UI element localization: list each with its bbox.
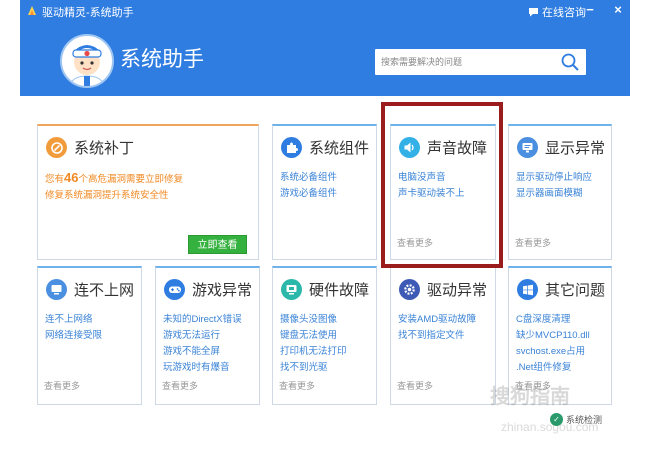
card-title: 系统补丁 <box>74 140 135 157</box>
close-button[interactable]: × <box>610 2 626 18</box>
card-links: 未知的DirectX错误 游戏无法运行 游戏不能全屏 玩游戏时有爆音 <box>163 312 242 376</box>
link-no-sound[interactable]: 电脑没声音 <box>398 170 465 186</box>
card-title: 硬件故障 <box>309 282 370 299</box>
link-game-not-fullscreen[interactable]: 游戏不能全屏 <box>163 344 242 360</box>
search-box <box>375 49 586 75</box>
card-links: 显示驱动停止响应 显示器画面模糊 <box>516 170 592 202</box>
link-missing-dll[interactable]: 缺少MVCP110.dll <box>516 328 590 344</box>
minimize-button[interactable]: − <box>582 2 598 18</box>
card-title: 游戏异常 <box>192 282 253 299</box>
card-links: 安装AMD驱动故障 找不到指定文件 <box>398 312 476 344</box>
check-icon: ✓ <box>550 413 563 426</box>
card-other-issues[interactable]: 其它问题 C盘深度清理 缺少MVCP110.dll svchost.exe占用 … <box>508 266 612 405</box>
patch-description: 修复系统漏洞提升系统安全性 <box>45 190 169 201</box>
card-display-abnormal[interactable]: 显示异常 显示驱动停止响应 显示器画面模糊 查看更多 <box>508 124 612 260</box>
link-keyboard-unusable[interactable]: 键盘无法使用 <box>280 328 347 344</box>
link-cannot-connect[interactable]: 连不上网络 <box>45 312 102 328</box>
link-connection-limited[interactable]: 网络连接受限 <box>45 328 102 344</box>
card-links: 摄像头没图像 键盘无法使用 打印机无法打印 找不到光驱 <box>280 312 347 376</box>
link-game-crackling[interactable]: 玩游戏时有爆音 <box>163 360 242 376</box>
vulnerability-summary: 您有46个高危漏洞需要立即修复 <box>45 170 183 185</box>
patch-info: 您有46个高危漏洞需要立即修复 修复系统漏洞提升系统安全性 <box>45 170 183 204</box>
view-more-link[interactable]: 查看更多 <box>397 236 433 249</box>
link-dotnet-repair[interactable]: .Net组件修复 <box>516 360 590 376</box>
link-file-not-found[interactable]: 找不到指定文件 <box>398 328 476 344</box>
card-driver-abnormal[interactable]: 驱动异常 安装AMD驱动故障 找不到指定文件 查看更多 <box>390 266 496 405</box>
card-links: C盘深度清理 缺少MVCP110.dll svchost.exe占用 .Net组… <box>516 312 590 376</box>
link-camera-no-image[interactable]: 摄像头没图像 <box>280 312 347 328</box>
card-title: 显示异常 <box>545 140 606 157</box>
vulnerability-count: 46 <box>64 170 79 185</box>
view-now-button[interactable]: 立即查看 <box>188 235 247 254</box>
card-links: 连不上网络 网络连接受限 <box>45 312 102 344</box>
search-input[interactable] <box>381 49 551 75</box>
app-logo-icon <box>28 6 36 15</box>
link-svchost-usage[interactable]: svchost.exe占用 <box>516 344 590 360</box>
link-essential-components[interactable]: 系统必备组件 <box>280 170 337 186</box>
link-sound-driver-install[interactable]: 声卡驱动装不上 <box>398 186 465 202</box>
link-game-components[interactable]: 游戏必备组件 <box>280 186 337 202</box>
system-check-button[interactable]: ✓ 系统检测 <box>550 413 602 426</box>
window-title: 驱动精灵-系统助手 <box>42 7 134 19</box>
link-c-drive-cleanup[interactable]: C盘深度清理 <box>516 312 590 328</box>
view-more-link[interactable]: 查看更多 <box>279 379 315 392</box>
view-more-link[interactable]: 查看更多 <box>515 236 551 249</box>
network-icon <box>46 279 67 300</box>
gamepad-icon <box>164 279 185 300</box>
card-title: 连不上网 <box>74 282 135 299</box>
link-printer-cannot-print[interactable]: 打印机无法打印 <box>280 344 347 360</box>
title-bar: 驱动精灵-系统助手 在线咨询 − × <box>20 0 630 22</box>
card-links: 系统必备组件 游戏必备组件 <box>280 170 337 202</box>
assistant-avatar <box>60 34 114 88</box>
online-consult-button[interactable]: 在线咨询 <box>528 4 586 20</box>
card-system-components[interactable]: 系统组件 系统必备组件 游戏必备组件 <box>272 124 377 260</box>
gear-icon <box>399 279 420 300</box>
search-icon[interactable] <box>560 52 580 72</box>
windows-icon <box>517 279 538 300</box>
card-system-patch[interactable]: 系统补丁 您有46个高危漏洞需要立即修复 修复系统漏洞提升系统安全性 立即查看 <box>37 124 259 260</box>
link-game-cannot-run[interactable]: 游戏无法运行 <box>163 328 242 344</box>
puzzle-icon <box>281 137 302 158</box>
card-links: 电脑没声音 声卡驱动装不上 <box>398 170 465 202</box>
page-title: 系统助手 <box>120 48 204 71</box>
system-check-label: 系统检测 <box>566 415 603 425</box>
online-consult-label: 在线咨询 <box>542 7 586 19</box>
driver-genius-window: 驱动精灵-系统助手 在线咨询 − × 系统助手 搜索需要解决的问题 系统补丁 您… <box>20 0 630 462</box>
card-title: 其它问题 <box>545 282 606 299</box>
card-no-network[interactable]: 连不上网 连不上网络 网络连接受限 查看更多 <box>37 266 142 405</box>
monitor-icon <box>517 137 538 158</box>
card-title: 系统组件 <box>309 140 370 157</box>
link-directx-error[interactable]: 未知的DirectX错误 <box>163 312 242 328</box>
view-more-link[interactable]: 查看更多 <box>515 379 551 392</box>
view-more-link[interactable]: 查看更多 <box>44 379 80 392</box>
link-amd-driver-fault[interactable]: 安装AMD驱动故障 <box>398 312 476 328</box>
card-hardware-fault[interactable]: 硬件故障 摄像头没图像 键盘无法使用 打印机无法打印 找不到光驱 查看更多 <box>272 266 377 405</box>
link-display-driver-stopped[interactable]: 显示驱动停止响应 <box>516 170 592 186</box>
chat-icon <box>529 8 538 17</box>
hardware-icon <box>281 279 302 300</box>
header-banner: 驱动精灵-系统助手 在线咨询 − × 系统助手 搜索需要解决的问题 <box>20 0 630 96</box>
link-screen-blurry[interactable]: 显示器画面模糊 <box>516 186 592 202</box>
patch-icon <box>46 137 67 158</box>
view-more-link[interactable]: 查看更多 <box>162 379 198 392</box>
card-sound-fault[interactable]: 声音故障 电脑没声音 声卡驱动装不上 查看更多 <box>390 124 496 260</box>
card-title: 声音故障 <box>427 140 488 157</box>
view-more-link[interactable]: 查看更多 <box>397 379 433 392</box>
speaker-icon <box>399 137 420 158</box>
doctor-icon <box>69 45 105 86</box>
link-optical-drive-missing[interactable]: 找不到光驱 <box>280 360 347 376</box>
card-title: 驱动异常 <box>427 282 488 299</box>
card-game-abnormal[interactable]: 游戏异常 未知的DirectX错误 游戏无法运行 游戏不能全屏 玩游戏时有爆音 … <box>155 266 260 405</box>
